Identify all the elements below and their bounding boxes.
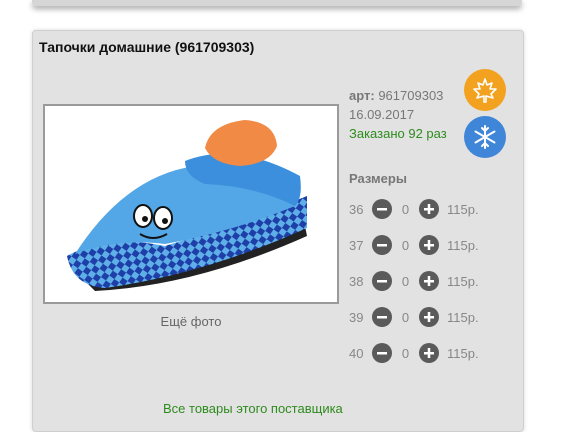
- more-photo-link[interactable]: Ещё фото: [43, 314, 339, 329]
- size-label: 38: [349, 273, 364, 289]
- decrease-button[interactable]: [372, 307, 392, 327]
- size-row: 36 0 115р.: [349, 197, 479, 221]
- product-card: Тапочки домашние (961709303) Ещё фото ар…: [32, 30, 524, 432]
- price-label: 115р.: [447, 237, 479, 253]
- product-meta: арт: 961709303 16.09.2017 Заказано 92 ра…: [349, 86, 447, 143]
- minus-icon: [377, 352, 387, 355]
- plus-icon: [424, 348, 434, 358]
- decrease-button[interactable]: [372, 235, 392, 255]
- plus-icon: [424, 240, 434, 250]
- art-label: арт:: [349, 88, 375, 103]
- quantity-value: 0: [401, 273, 410, 289]
- decrease-button[interactable]: [372, 271, 392, 291]
- increase-button[interactable]: [419, 199, 439, 219]
- product-title: Тапочки домашние (961709303): [39, 39, 255, 55]
- price-label: 115р.: [447, 201, 479, 217]
- quantity-value: 0: [401, 201, 410, 217]
- price-label: 115р.: [447, 345, 479, 361]
- size-label: 40: [349, 345, 364, 361]
- snowflake-icon: [474, 125, 496, 149]
- minus-icon: [377, 280, 387, 283]
- season-winter-badge: [464, 116, 506, 158]
- previous-card-edge: [32, 0, 522, 6]
- plus-icon: [424, 312, 434, 322]
- season-autumn-badge: [464, 69, 506, 111]
- supplier-products-link[interactable]: Все товары этого поставщика: [163, 401, 343, 416]
- size-row: 40 0 115р.: [349, 341, 479, 365]
- sizes-title: Размеры: [349, 171, 407, 186]
- increase-button[interactable]: [419, 307, 439, 327]
- quantity-value: 0: [401, 309, 410, 325]
- product-photo[interactable]: [43, 104, 339, 304]
- minus-icon: [377, 244, 387, 247]
- increase-button[interactable]: [419, 271, 439, 291]
- minus-icon: [377, 208, 387, 211]
- increase-button[interactable]: [419, 235, 439, 255]
- decrease-button[interactable]: [372, 199, 392, 219]
- increase-button[interactable]: [419, 343, 439, 363]
- price-label: 115р.: [447, 309, 479, 325]
- size-row: 39 0 115р.: [349, 305, 479, 329]
- product-date: 16.09.2017: [349, 107, 415, 122]
- quantity-value: 0: [401, 345, 410, 361]
- price-label: 115р.: [447, 273, 479, 289]
- size-label: 36: [349, 201, 364, 217]
- minus-icon: [377, 316, 387, 319]
- size-row: 37 0 115р.: [349, 233, 479, 257]
- maple-leaf-icon: [473, 78, 497, 103]
- size-label: 37: [349, 237, 364, 253]
- quantity-value: 0: [401, 237, 410, 253]
- size-label: 39: [349, 309, 364, 325]
- slipper-image: [67, 120, 307, 291]
- size-row: 38 0 115р.: [349, 269, 479, 293]
- plus-icon: [424, 276, 434, 286]
- ordered-count: Заказано 92 раз: [349, 126, 447, 141]
- art-value: 961709303: [378, 88, 444, 103]
- plus-icon: [424, 204, 434, 214]
- decrease-button[interactable]: [372, 343, 392, 363]
